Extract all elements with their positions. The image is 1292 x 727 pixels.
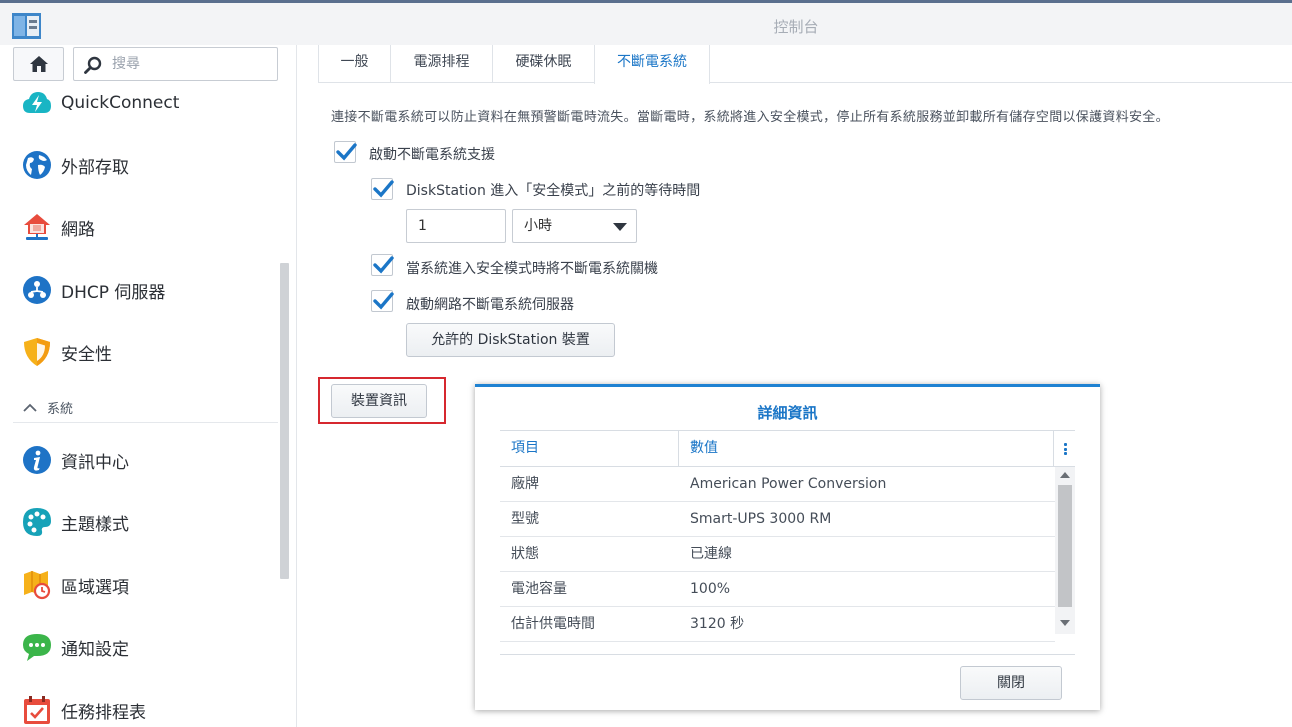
- network-ups-server-checkbox[interactable]: [371, 290, 394, 312]
- wait-unit-value: 小時: [524, 218, 552, 234]
- row-key: 狀態: [511, 546, 539, 562]
- permitted-diskstation-button[interactable]: 允許的 DiskStation 裝置: [406, 323, 615, 357]
- sidebar: QuickConnect 外部存取 網路: [0, 45, 297, 727]
- table-row: 估計供電時間 3120 秒: [500, 607, 1055, 642]
- title-bar: 控制台: [0, 3, 1292, 45]
- tab-power-schedule[interactable]: 電源排程: [390, 45, 492, 83]
- scroll-up-arrow-icon[interactable]: [1060, 472, 1070, 478]
- calendar-check-icon: [24, 696, 50, 724]
- sidebar-item-dhcp-server[interactable]: DHCP 伺服器: [13, 270, 278, 310]
- column-menu-icon[interactable]: [1064, 443, 1067, 455]
- sidebar-item-label: QuickConnect: [61, 93, 180, 113]
- device-info-button[interactable]: 裝置資訊: [331, 384, 427, 418]
- dropdown-arrow-icon: [613, 223, 627, 231]
- sidebar-item-label: 任務排程表: [61, 702, 146, 723]
- chat-bubble-icon: [23, 634, 51, 661]
- table-row: 狀態 已連線: [500, 537, 1055, 572]
- sidebar-item-label: 通知設定: [61, 639, 129, 660]
- home-button[interactable]: [13, 47, 64, 81]
- sidebar-section-label: 系統: [47, 402, 74, 417]
- enable-ups-checkbox[interactable]: [334, 141, 357, 163]
- ups-description: 連接不斷電系統可以防止資料在無預警斷電時流失。當斷電時，系統將進入安全模式，停止…: [331, 110, 1169, 125]
- network-house-icon: [24, 214, 50, 240]
- globe-icon: [23, 151, 51, 179]
- sidebar-item-security[interactable]: 安全性: [13, 332, 278, 372]
- search-field[interactable]: [73, 47, 278, 81]
- scroll-down-arrow-icon[interactable]: [1060, 620, 1070, 626]
- palette-icon: [23, 508, 51, 536]
- close-button[interactable]: 關閉: [960, 666, 1062, 700]
- grid-header: 項目 數值: [500, 431, 1075, 467]
- row-value: Smart-UPS 3000 RM: [690, 511, 832, 527]
- row-key: 型號: [511, 511, 539, 527]
- chevron-up-icon: [23, 403, 37, 412]
- details-dialog: 詳細資訊 項目 數值 廠牌 American Power Conversion …: [475, 384, 1100, 710]
- tab-hdd-hibernation[interactable]: 硬碟休眠: [492, 45, 594, 83]
- details-grid: 項目 數值 廠牌 American Power Conversion 型號 Sm…: [500, 430, 1075, 655]
- search-input[interactable]: [112, 54, 272, 74]
- shutdown-ups-label: 當系統進入安全模式時將不斷電系統關機: [406, 261, 658, 277]
- row-key: 估計供電時間: [511, 616, 595, 632]
- table-row: 電池容量 100%: [500, 572, 1055, 607]
- sidebar-item-label: 資訊中心: [61, 452, 129, 473]
- table-row: 廠牌 American Power Conversion: [500, 467, 1055, 502]
- row-key: 廠牌: [511, 476, 539, 492]
- table-row: 型號 Smart-UPS 3000 RM: [500, 502, 1055, 537]
- sidebar-item-label: 安全性: [61, 344, 112, 365]
- sidebar-item-theme[interactable]: 主題樣式: [13, 502, 278, 542]
- sidebar-item-task-scheduler[interactable]: 任務排程表: [13, 690, 278, 727]
- checkmark-icon: [373, 256, 394, 274]
- tab-general[interactable]: 一般: [318, 45, 390, 83]
- shutdown-ups-checkbox[interactable]: [371, 254, 394, 276]
- sidebar-item-label: DHCP 伺服器: [61, 282, 166, 303]
- wait-time-checkbox[interactable]: [371, 178, 394, 200]
- row-value: American Power Conversion: [690, 476, 887, 492]
- checkmark-icon: [373, 292, 394, 310]
- wait-time-input[interactable]: 1: [406, 209, 506, 243]
- wait-unit-select[interactable]: 小時: [512, 209, 637, 243]
- shield-icon: [24, 338, 50, 366]
- sidebar-item-quickconnect[interactable]: QuickConnect: [13, 83, 278, 123]
- network-ups-server-label: 啟動網路不斷電系統伺服器: [406, 297, 574, 313]
- sidebar-item-info-center[interactable]: 資訊中心: [13, 440, 278, 480]
- quickconnect-icon: [23, 92, 51, 113]
- row-value: 已連線: [690, 546, 732, 562]
- sidebar-item-label: 網路: [61, 219, 95, 240]
- sidebar-item-external-access[interactable]: 外部存取: [13, 145, 278, 185]
- row-key: 電池容量: [511, 581, 567, 597]
- column-divider: [1053, 431, 1054, 467]
- dialog-title: 詳細資訊: [757, 404, 818, 422]
- window-title: 控制台: [773, 18, 819, 36]
- home-icon: [29, 56, 48, 72]
- sidebar-item-label: 區域選項: [61, 577, 129, 598]
- sidebar-scrollbar[interactable]: [280, 263, 289, 579]
- sidebar-item-network[interactable]: 網路: [13, 207, 278, 247]
- dhcp-icon: [23, 276, 51, 304]
- column-divider: [678, 431, 679, 467]
- tab-bar: 一般 電源排程 硬碟休眠 不斷電系統: [318, 45, 1292, 84]
- sidebar-item-regional-options[interactable]: 區域選項: [13, 565, 278, 605]
- sidebar-item-label: 主題樣式: [61, 514, 129, 535]
- map-clock-icon: [24, 571, 51, 600]
- checkmark-icon: [336, 143, 357, 161]
- checkmark-icon: [373, 180, 394, 198]
- tab-ups[interactable]: 不斷電系統: [594, 45, 710, 84]
- search-icon: [84, 56, 102, 74]
- info-icon: [23, 446, 51, 474]
- grid-scrollbar[interactable]: [1055, 467, 1075, 634]
- column-header-item[interactable]: 項目: [511, 431, 539, 467]
- row-value: 3120 秒: [690, 616, 745, 632]
- column-header-value[interactable]: 數值: [690, 431, 718, 467]
- sidebar-item-notification[interactable]: 通知設定: [13, 627, 278, 667]
- sidebar-section-system[interactable]: 系統: [13, 393, 278, 423]
- scrollbar-thumb[interactable]: [1058, 485, 1072, 607]
- wait-time-label: DiskStation 進入「安全模式」之前的等待時間: [406, 183, 701, 199]
- row-value: 100%: [690, 581, 731, 597]
- sidebar-item-label: 外部存取: [61, 157, 129, 178]
- enable-ups-label: 啟動不斷電系統支援: [369, 147, 495, 163]
